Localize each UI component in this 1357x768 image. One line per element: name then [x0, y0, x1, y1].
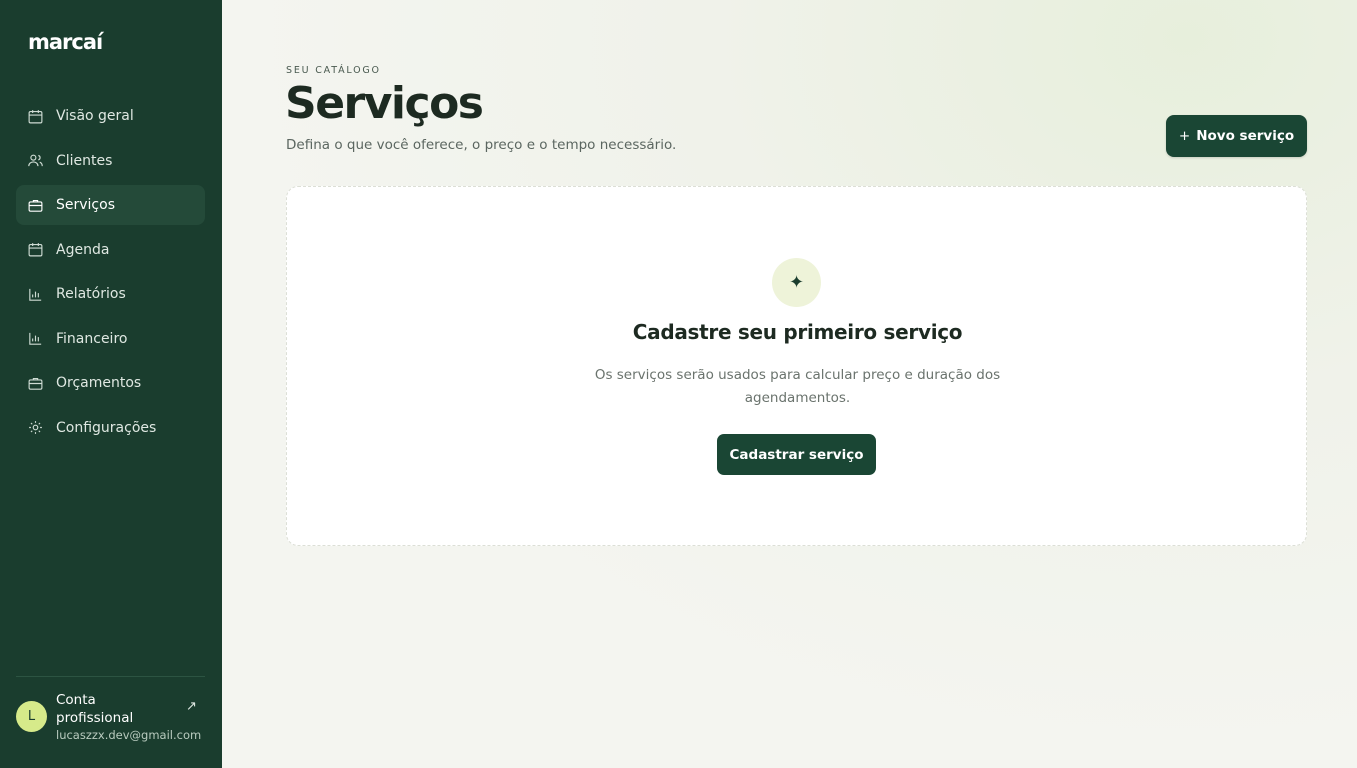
- sidebar-item-label: Financeiro: [56, 330, 128, 347]
- plus-icon: +: [1178, 128, 1191, 144]
- account-name: Conta profissional: [56, 692, 134, 726]
- sidebar-item-label: Serviços: [56, 197, 115, 213]
- sidebar: marcaí Visão geral Clientes Serviços Age…: [0, 0, 222, 768]
- sidebar-item-relatorios[interactable]: Relatórios: [16, 274, 205, 314]
- empty-state-title: Cadastre seu primeiro serviço: [632, 320, 963, 344]
- sidebar-nav: Visão geral Clientes Serviços Agenda Rel…: [16, 96, 205, 452]
- sidebar-item-label: Orçamentos: [56, 375, 142, 391]
- main-content: SEU CATÁLOGO Serviços Defina o que você …: [222, 0, 1357, 768]
- sidebar-divider: [16, 676, 205, 677]
- external-arrow-icon[interactable]: ↗: [186, 699, 197, 714]
- sidebar-item-financeiro[interactable]: Financeiro: [16, 319, 205, 359]
- sidebar-item-servicos[interactable]: Serviços: [16, 185, 205, 225]
- sidebar-item-label: Relatórios: [56, 286, 126, 302]
- users-icon: [28, 154, 43, 167]
- new-service-label: Novo serviço: [1196, 128, 1295, 144]
- avatar: L: [16, 701, 47, 732]
- sidebar-item-clientes[interactable]: Clientes: [16, 141, 205, 181]
- page-title: Serviços: [285, 78, 484, 129]
- bar-chart-icon: [29, 288, 42, 301]
- bar-chart-icon: [29, 332, 42, 345]
- page-subtitle: Defina o que você oferece, o preço e o t…: [286, 137, 677, 153]
- calendar-icon: [28, 109, 43, 123]
- calendar-icon: [28, 243, 43, 257]
- page-eyebrow: SEU CATÁLOGO: [286, 65, 381, 76]
- sidebar-item-label: Visão geral: [56, 108, 134, 124]
- sidebar-item-orcamentos[interactable]: Orçamentos: [16, 363, 205, 403]
- sidebar-item-configuracoes[interactable]: Configurações: [16, 408, 205, 448]
- empty-state-description: Os serviços serão usados para calcular p…: [594, 367, 1001, 406]
- sidebar-item-visao-geral[interactable]: Visão geral: [16, 96, 205, 136]
- account-card[interactable]: L Conta profissional lucaszzx.dev@gmail.…: [16, 690, 206, 750]
- new-service-button[interactable]: + Novo serviço: [1166, 115, 1307, 157]
- sidebar-item-label: Clientes: [56, 152, 113, 169]
- account-email: lucaszzx.dev@gmail.com: [56, 728, 202, 742]
- sidebar-item-agenda[interactable]: Agenda: [16, 230, 205, 270]
- sidebar-item-label: Configurações: [56, 419, 157, 436]
- sparkle-icon: ✦: [772, 258, 821, 307]
- app-logo[interactable]: marcaí: [28, 30, 103, 54]
- sidebar-item-label: Agenda: [56, 241, 110, 258]
- briefcase-icon: [28, 199, 43, 212]
- empty-state-card: ✦ Cadastre seu primeiro serviço Os servi…: [286, 186, 1307, 546]
- sun-gear-icon: [29, 421, 42, 434]
- register-service-button[interactable]: Cadastrar serviço: [717, 434, 876, 475]
- briefcase-icon: [28, 377, 43, 390]
